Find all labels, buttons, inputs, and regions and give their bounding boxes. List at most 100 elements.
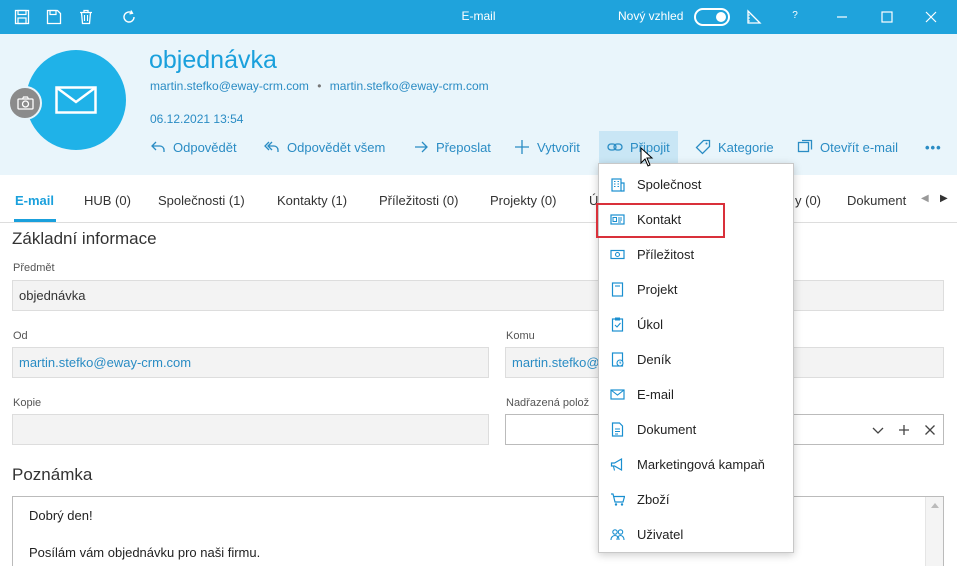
subject-label: Předmět [13, 262, 55, 274]
attach-dropdown-menu: Společnost Kontakt Příležitost Projekt Ú… [596, 163, 794, 553]
reply-icon [151, 141, 165, 152]
tab-hub[interactable]: HUB (0) [84, 193, 131, 208]
note-scrollbar[interactable] [925, 497, 943, 566]
campaign-icon [610, 457, 623, 472]
close-icon[interactable] [923, 9, 939, 25]
minimize-icon[interactable] [834, 9, 850, 25]
from-label: Od [13, 330, 28, 342]
tab-opportunities[interactable]: Příležitosti (0) [379, 193, 458, 208]
note-heading: Poznámka [12, 465, 93, 484]
menu-item-goods[interactable]: Zboží [599, 482, 793, 517]
open-email-icon [797, 139, 813, 153]
opportunity-icon [610, 249, 625, 260]
tab-scroll-left-icon[interactable]: ◀ [921, 193, 929, 204]
email-separator: • [317, 79, 322, 93]
camera-icon [17, 96, 34, 110]
tab-documents[interactable]: Dokument [847, 193, 911, 208]
menu-item-document-label: Dokument [637, 422, 697, 437]
maximize-icon[interactable] [879, 9, 895, 25]
menu-item-company-label: Společnost [637, 177, 702, 192]
reply-button[interactable]: Odpovědět [150, 131, 237, 163]
envelope-icon [55, 86, 97, 114]
reply-all-label: Odpovědět všem [287, 139, 386, 155]
toggle-knob [716, 12, 726, 22]
tab-companies[interactable]: Společnosti (1) [158, 193, 245, 208]
goods-icon [611, 493, 625, 506]
note-line-body: Posílám vám objednávku pro naši firmu. [29, 545, 261, 560]
help-button[interactable]: ? [785, 10, 805, 21]
create-label: Vytvořit [537, 139, 580, 155]
plus-icon [515, 140, 529, 154]
tab-email[interactable]: E-mail [15, 193, 54, 208]
menu-item-email-label: E-mail [637, 387, 674, 402]
email-header: objednávka martin.stefko@eway-crm.com • … [0, 34, 957, 175]
reply-all-button[interactable]: Odpovědět všem [264, 131, 385, 163]
from-field[interactable]: martin.stefko@eway-crm.com [12, 347, 489, 378]
change-photo-button[interactable] [8, 86, 42, 120]
document-icon [611, 422, 624, 437]
action-toolbar: Odpovědět Odpovědět všem Přeposlat Vytvo… [0, 131, 957, 165]
note-editor[interactable]: Dobrý den! Posílám vám objednávku pro na… [12, 496, 944, 566]
cc-label: Kopie [13, 397, 42, 409]
menu-item-email[interactable]: E-mail [599, 377, 793, 412]
note-line-greeting: Dobrý den! [29, 508, 93, 523]
task-icon [611, 317, 624, 332]
tab-projects[interactable]: Projekty (0) [490, 193, 556, 208]
tab-bar: E-mail HUB (0) Společnosti (1) Kontakty … [0, 175, 957, 223]
company-icon [611, 178, 625, 192]
more-button[interactable]: ••• [925, 131, 942, 163]
forward-icon [415, 141, 428, 153]
category-label: Kategorie [718, 139, 774, 155]
forward-label: Přeposlat [436, 139, 491, 155]
new-look-toggle[interactable] [694, 8, 730, 26]
title-bar: E-mail Nový vzhled ? [0, 0, 957, 34]
tab-journal[interactable]: y (0) [795, 193, 821, 208]
highlight-box [596, 203, 725, 238]
menu-item-user[interactable]: Uživatel [599, 517, 793, 552]
menu-item-task[interactable]: Úkol [599, 307, 793, 342]
menu-item-project[interactable]: Projekt [599, 272, 793, 307]
basic-info-heading: Základní informace [12, 229, 157, 248]
menu-item-opportunity[interactable]: Příležitost [599, 237, 793, 272]
menu-item-opportunity-label: Příležitost [637, 247, 695, 262]
clear-icon[interactable] [924, 424, 936, 436]
attach-button[interactable]: Připojit [599, 131, 678, 163]
menu-item-user-label: Uživatel [637, 527, 684, 542]
tab-contacts[interactable]: Kontakty (1) [277, 193, 347, 208]
tab-scroll-right-icon[interactable]: ▶ [940, 193, 948, 204]
create-button[interactable]: Vytvořit [514, 131, 580, 163]
parent-item-label: Nadřazená polož [506, 397, 590, 409]
menu-item-company[interactable]: Společnost [599, 167, 793, 202]
menu-item-campaign[interactable]: Marketingová kampaň [599, 447, 793, 482]
menu-item-task-label: Úkol [637, 317, 664, 332]
to-email-link[interactable]: martin.stefko@eway-crm.com [330, 79, 489, 93]
menu-item-journal-label: Deník [637, 352, 671, 367]
menu-item-goods-label: Zboží [637, 492, 670, 507]
more-icon: ••• [925, 139, 942, 155]
cc-field[interactable] [12, 414, 489, 445]
tag-icon [695, 139, 711, 155]
window-title: E-mail [461, 9, 496, 23]
from-email-link[interactable]: martin.stefko@eway-crm.com [150, 79, 309, 93]
add-icon[interactable] [898, 424, 910, 436]
ruler-icon[interactable] [746, 9, 762, 25]
chevron-down-icon[interactable] [872, 424, 884, 436]
menu-item-document[interactable]: Dokument [599, 412, 793, 447]
journal-icon [611, 352, 624, 367]
open-email-label: Otevřít e-mail [820, 139, 899, 155]
open-email-button[interactable]: Otevřít e-mail [797, 131, 898, 163]
users-icon [610, 529, 625, 541]
project-icon [611, 282, 624, 297]
email-addresses: martin.stefko@eway-crm.com • martin.stef… [150, 79, 489, 93]
reply-label: Odpovědět [173, 139, 237, 155]
forward-button[interactable]: Přeposlat [413, 131, 491, 163]
email-icon [610, 389, 625, 400]
category-button[interactable]: Kategorie [695, 131, 774, 163]
subject-field[interactable]: objednávka [12, 280, 944, 311]
menu-item-journal[interactable]: Deník [599, 342, 793, 377]
new-look-label: Nový vzhled [618, 9, 684, 23]
mouse-cursor-icon [640, 147, 654, 167]
to-label: Komu [506, 330, 535, 342]
scroll-up-icon[interactable] [931, 503, 939, 508]
reply-all-icon [264, 141, 279, 152]
